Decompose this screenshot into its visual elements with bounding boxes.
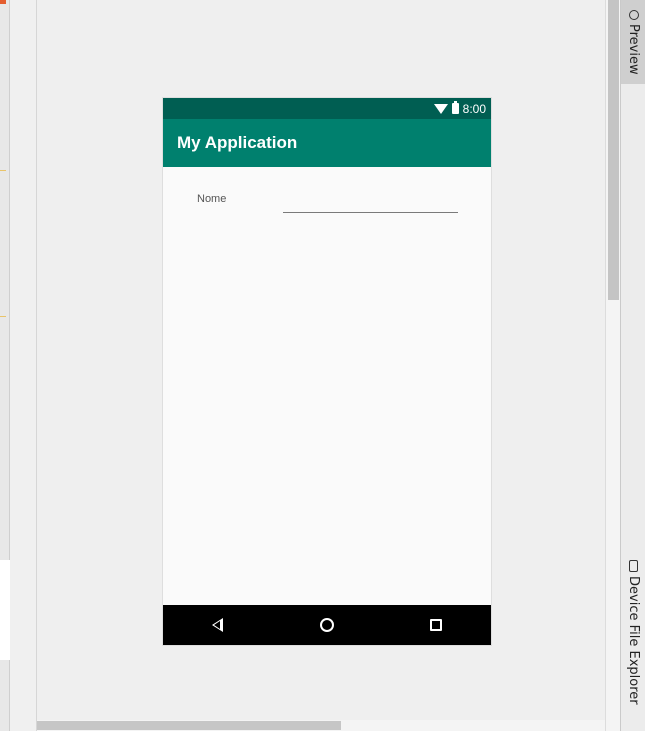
navigation-bar (163, 605, 491, 645)
vertical-scrollbar[interactable] (605, 0, 620, 731)
error-marker (0, 0, 6, 4)
device-icon (629, 560, 638, 573)
name-input[interactable] (283, 189, 458, 213)
warning-marker (0, 316, 6, 317)
content-area[interactable]: Nome (163, 167, 491, 605)
preview-icon (628, 9, 639, 20)
preview-tab-label: Preview (626, 23, 641, 75)
horizontal-scrollbar[interactable] (37, 720, 605, 731)
editor-left-edge (0, 0, 10, 731)
back-icon (212, 618, 224, 632)
app-title: My Application (177, 133, 298, 152)
home-icon (319, 618, 334, 632)
device-preview[interactable]: 8:00 My Application Nome (163, 98, 491, 645)
device-file-explorer-tab[interactable]: Device File Explorer (621, 545, 645, 720)
warning-marker (0, 170, 6, 171)
battery-icon (451, 101, 459, 114)
home-button[interactable] (307, 605, 347, 645)
preview-tab[interactable]: Preview (621, 0, 645, 84)
status-bar: 8:00 (163, 98, 491, 119)
recents-button[interactable] (416, 605, 456, 645)
device-file-explorer-label: Device File Explorer (626, 576, 641, 705)
recents-icon (430, 619, 443, 631)
app-bar[interactable]: My Application (163, 119, 491, 167)
horizontal-scrollbar-thumb[interactable] (37, 721, 341, 730)
name-label[interactable]: Nome (197, 193, 226, 205)
vertical-scrollbar-thumb[interactable] (608, 0, 619, 300)
status-time: 8:00 (462, 101, 486, 116)
wifi-icon (433, 103, 448, 114)
back-button[interactable] (198, 605, 238, 645)
editor-panel (0, 560, 10, 660)
right-tool-window-bar: Preview Device File Explorer (620, 0, 645, 731)
